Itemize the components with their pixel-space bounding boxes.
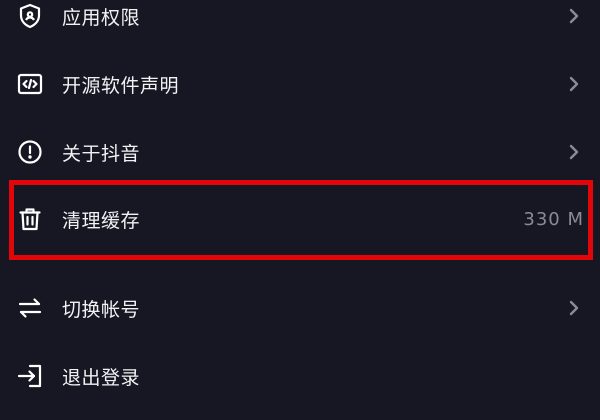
menu-item-logout[interactable]: 退出登录 [0, 343, 600, 409]
chevron-right-icon [566, 142, 582, 162]
chevron-right-icon [566, 6, 582, 26]
menu-item-label: 退出登录 [62, 366, 141, 389]
menu-item-label: 关于抖音 [62, 142, 141, 165]
menu-item-about[interactable]: 关于抖音 [0, 119, 600, 185]
logout-icon [16, 362, 44, 390]
menu-item-app-permissions[interactable]: 应用权限 [0, 0, 600, 49]
chevron-right-icon [566, 74, 582, 94]
settings-screen: 应用权限 开源软件声明 关于抖音 清理缓存 330 M 切换帐号 退出登录 [0, 0, 600, 420]
menu-item-label: 应用权限 [62, 6, 141, 29]
info-icon [16, 138, 44, 166]
menu-item-clear-cache[interactable]: 清理缓存 330 M [0, 186, 600, 252]
shield-icon [16, 2, 44, 30]
trash-icon [16, 205, 44, 233]
chevron-right-icon [566, 298, 582, 318]
switch-icon [16, 294, 44, 322]
menu-item-label: 开源软件声明 [62, 74, 180, 97]
code-icon [16, 70, 44, 98]
cache-size-value: 330 M [523, 208, 584, 230]
menu-item-open-source[interactable]: 开源软件声明 [0, 51, 600, 117]
menu-item-switch-account[interactable]: 切换帐号 [0, 275, 600, 341]
menu-item-label: 清理缓存 [62, 209, 141, 232]
menu-item-label: 切换帐号 [62, 298, 141, 321]
